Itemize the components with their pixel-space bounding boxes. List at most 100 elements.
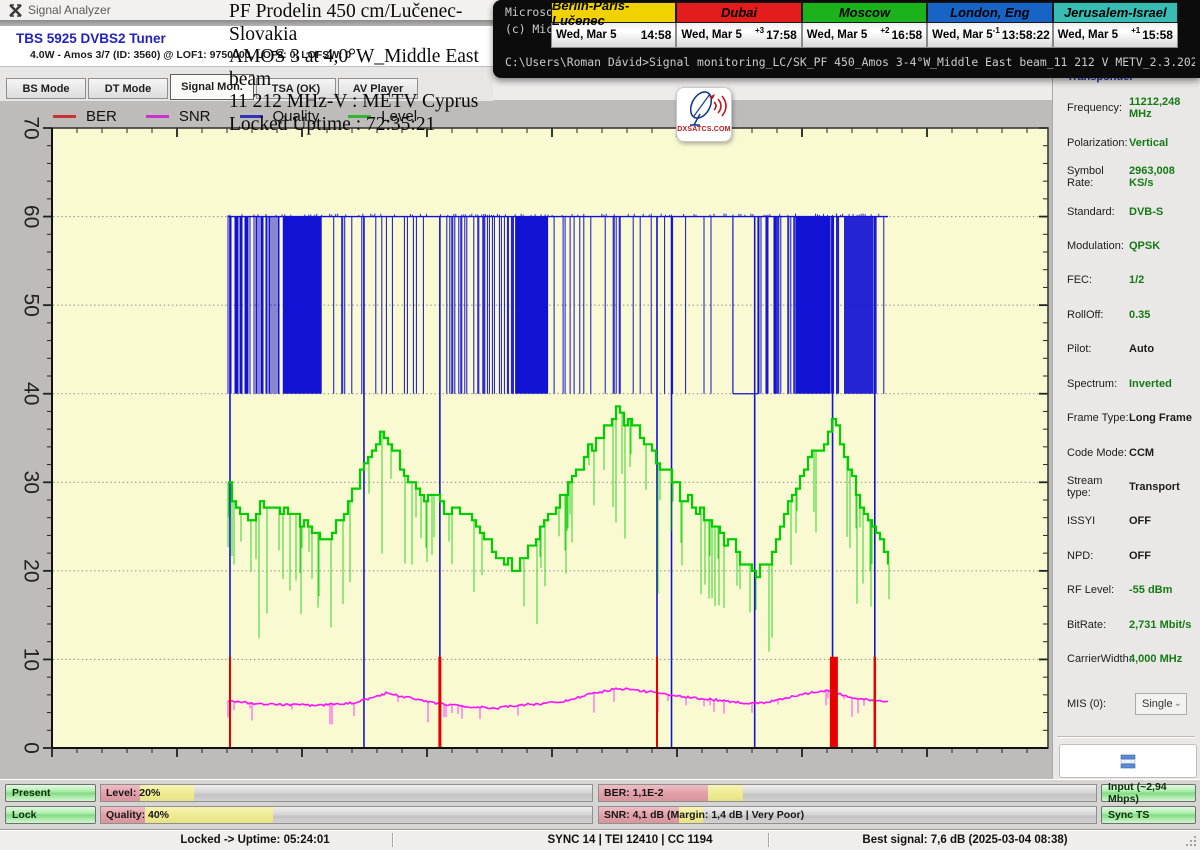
row-label: Modulation: bbox=[1067, 240, 1129, 252]
clock-city: Jerusalem-Israel bbox=[1053, 2, 1178, 23]
window-title: Signal Analyzer bbox=[28, 3, 111, 17]
clock-time-row: Wed, Mar 5+115:58 bbox=[1053, 23, 1178, 48]
clock-date: Wed, Mar 5 bbox=[681, 29, 742, 41]
row-value: Inverted bbox=[1129, 378, 1172, 390]
transponder-row-bitrate-: BitRate:2,731 Mbit/s bbox=[1053, 608, 1200, 642]
row-value: Auto bbox=[1129, 343, 1154, 355]
clock-time: 17:58 bbox=[766, 28, 797, 42]
row-value: QPSK bbox=[1129, 240, 1160, 252]
svg-text:70: 70 bbox=[19, 116, 42, 139]
mis-dropdown[interactable]: Single ⌄ bbox=[1135, 693, 1187, 715]
world-clock-jerusalem-israel: Jerusalem-IsraelWed, Mar 5+115:58 bbox=[1053, 2, 1178, 48]
row-value: -55 dBm bbox=[1129, 584, 1172, 596]
tab-dt-mode[interactable]: DT Mode bbox=[88, 78, 168, 99]
clock-utc-offset: -1 bbox=[993, 26, 1000, 35]
row-label: Frequency: bbox=[1067, 102, 1129, 114]
mis-value: Single bbox=[1142, 698, 1173, 710]
snr-bar-label: SNR: 4,1 dB (Margin: 1,4 dB | Very Poor) bbox=[604, 809, 804, 821]
statusbar-separator bbox=[768, 833, 769, 847]
annotation-line-4: Locked Uptime : 72:35:21 bbox=[229, 114, 497, 137]
world-clock-dubai: Dubai Wed, Mar 5 +317:58 bbox=[676, 2, 801, 48]
transponder-row-polarization-: Polarization:Vertical bbox=[1053, 125, 1200, 159]
quality-bar-label: Quality: 40% bbox=[106, 809, 169, 821]
world-clock-berlin-paris-lu-enec: Berlin-Paris-LučenecWed, Mar 514:58 bbox=[551, 2, 676, 48]
svg-text:20: 20 bbox=[19, 559, 42, 582]
row-value: CCM bbox=[1129, 447, 1154, 459]
clock-city: Berlin-Paris-Lučenec bbox=[551, 2, 676, 23]
mis-label: MIS (0): bbox=[1067, 698, 1135, 710]
svg-text:10: 10 bbox=[19, 648, 42, 671]
legend-label: BER bbox=[86, 108, 117, 125]
panel-separator bbox=[1057, 736, 1195, 738]
clock-utc-offset: +3 bbox=[755, 26, 764, 35]
tab-bs-mode[interactable]: BS Mode bbox=[6, 78, 86, 99]
row-label: NPD: bbox=[1067, 550, 1129, 562]
app-icon bbox=[9, 4, 22, 17]
terminal-prompt: C:\Users\Roman Dávid>Signal monitoring_L… bbox=[505, 55, 1195, 69]
clock-time-row: Wed, Mar 5-113:58:22 bbox=[927, 23, 1052, 48]
clock-city: London, Eng bbox=[927, 2, 1052, 23]
mis-row: MIS (0): Single ⌄ bbox=[1067, 693, 1187, 715]
transponder-row-pilot-: Pilot:Auto bbox=[1053, 332, 1200, 366]
present-indicator: Present bbox=[5, 784, 96, 802]
transponder-row-frequency-: Frequency:11212,248 MHz bbox=[1053, 91, 1200, 125]
level-bar-label: Level: 20% bbox=[106, 787, 160, 799]
transponder-row-stream-type-: Stream type:Transport bbox=[1053, 470, 1200, 504]
transponder-row-frame-type-: Frame Type:Long Frame bbox=[1053, 401, 1200, 435]
clock-time-row: Wed, Mar 5 +317:58 bbox=[676, 23, 801, 48]
ber-progressbar: BER: 1,1E-2 bbox=[598, 784, 1097, 802]
row-value: 11212,248 MHz bbox=[1129, 96, 1200, 120]
row-label: Spectrum: bbox=[1067, 378, 1129, 390]
clock-time-row: Wed, Mar 5+216:58 bbox=[802, 23, 927, 48]
ber-bar-label: BER: 1,1E-2 bbox=[604, 787, 664, 799]
annotation-line-2: AMOS 3 at 4,0°W_Middle East beam bbox=[229, 46, 497, 91]
input-rate-indicator: Input (~2,94 Mbps) bbox=[1101, 784, 1196, 802]
row-label: Standard: bbox=[1067, 206, 1129, 218]
signal-analyzer-app: 010203040506070 BERSNRQualityLevel Signa… bbox=[0, 0, 1200, 850]
transponder-row-fec-: FEC:1/2 bbox=[1053, 263, 1200, 297]
resize-grip[interactable] bbox=[1184, 834, 1198, 848]
clock-time: 13:58:22 bbox=[1002, 28, 1050, 42]
row-value: OFF bbox=[1129, 515, 1151, 527]
svg-text:40: 40 bbox=[19, 382, 42, 405]
world-clock-bar: Berlin-Paris-LučenecWed, Mar 514:58Dubai… bbox=[551, 2, 1178, 48]
svg-text:30: 30 bbox=[19, 471, 42, 494]
transponder-row-code-mode-: Code Mode:CCM bbox=[1053, 435, 1200, 469]
dxsatcs-logo: DXSATCS.COM bbox=[676, 87, 732, 142]
svg-text:50: 50 bbox=[19, 293, 42, 316]
clock-city: Moscow bbox=[802, 2, 927, 23]
legend-swatch bbox=[53, 115, 76, 118]
clock-utc-offset: +2 bbox=[880, 26, 889, 35]
satellite-dish-icon bbox=[680, 88, 728, 128]
clock-city: Dubai bbox=[676, 2, 801, 23]
statusbar-uptime: Locked -> Uptime: 05:24:01 bbox=[140, 834, 370, 846]
dxsatcs-logo-text: DXSATCS.COM bbox=[677, 126, 730, 133]
row-value: OFF bbox=[1129, 550, 1151, 562]
transponder-row-issyi: ISSYIOFF bbox=[1053, 504, 1200, 538]
statusbar-best-signal: Best signal: 7,6 dB (2025-03-04 08:38) bbox=[835, 834, 1095, 846]
transponder-row-rf-level-: RF Level:-55 dBm bbox=[1053, 573, 1200, 607]
row-value: 2963,008 KS/s bbox=[1129, 165, 1200, 189]
signal-monitor-plot: 010203040506070 bbox=[0, 100, 1052, 779]
sync-ts-indicator: Sync TS bbox=[1101, 806, 1196, 824]
quality-progressbar: Quality: 40% bbox=[100, 806, 593, 824]
clock-time: 14:58 bbox=[641, 28, 672, 42]
row-label: Frame Type: bbox=[1067, 412, 1129, 424]
row-label: BitRate: bbox=[1067, 619, 1129, 631]
row-label: Polarization: bbox=[1067, 137, 1129, 149]
row-label: Code Mode: bbox=[1067, 447, 1129, 459]
svg-text:0: 0 bbox=[19, 742, 42, 754]
indicator-band: Present Lock Level: 20% Quality: 40% BER… bbox=[0, 779, 1200, 830]
row-value: DVB-S bbox=[1129, 206, 1163, 218]
world-clock-moscow: MoscowWed, Mar 5+216:58 bbox=[802, 2, 927, 48]
row-value: 1/2 bbox=[1129, 274, 1144, 286]
level-progressbar: Level: 20% bbox=[100, 784, 593, 802]
legend-item-snr: SNR bbox=[146, 108, 211, 125]
world-clock-london-eng: London, EngWed, Mar 5-113:58:22 bbox=[927, 2, 1052, 48]
save-capture-button[interactable] bbox=[1059, 744, 1197, 778]
row-label: Pilot: bbox=[1067, 343, 1129, 355]
row-label: Symbol Rate: bbox=[1067, 165, 1129, 189]
row-value: Vertical bbox=[1129, 137, 1168, 149]
transponder-row-modulation-: Modulation:QPSK bbox=[1053, 229, 1200, 263]
transponder-row-spectrum-: Spectrum:Inverted bbox=[1053, 367, 1200, 401]
